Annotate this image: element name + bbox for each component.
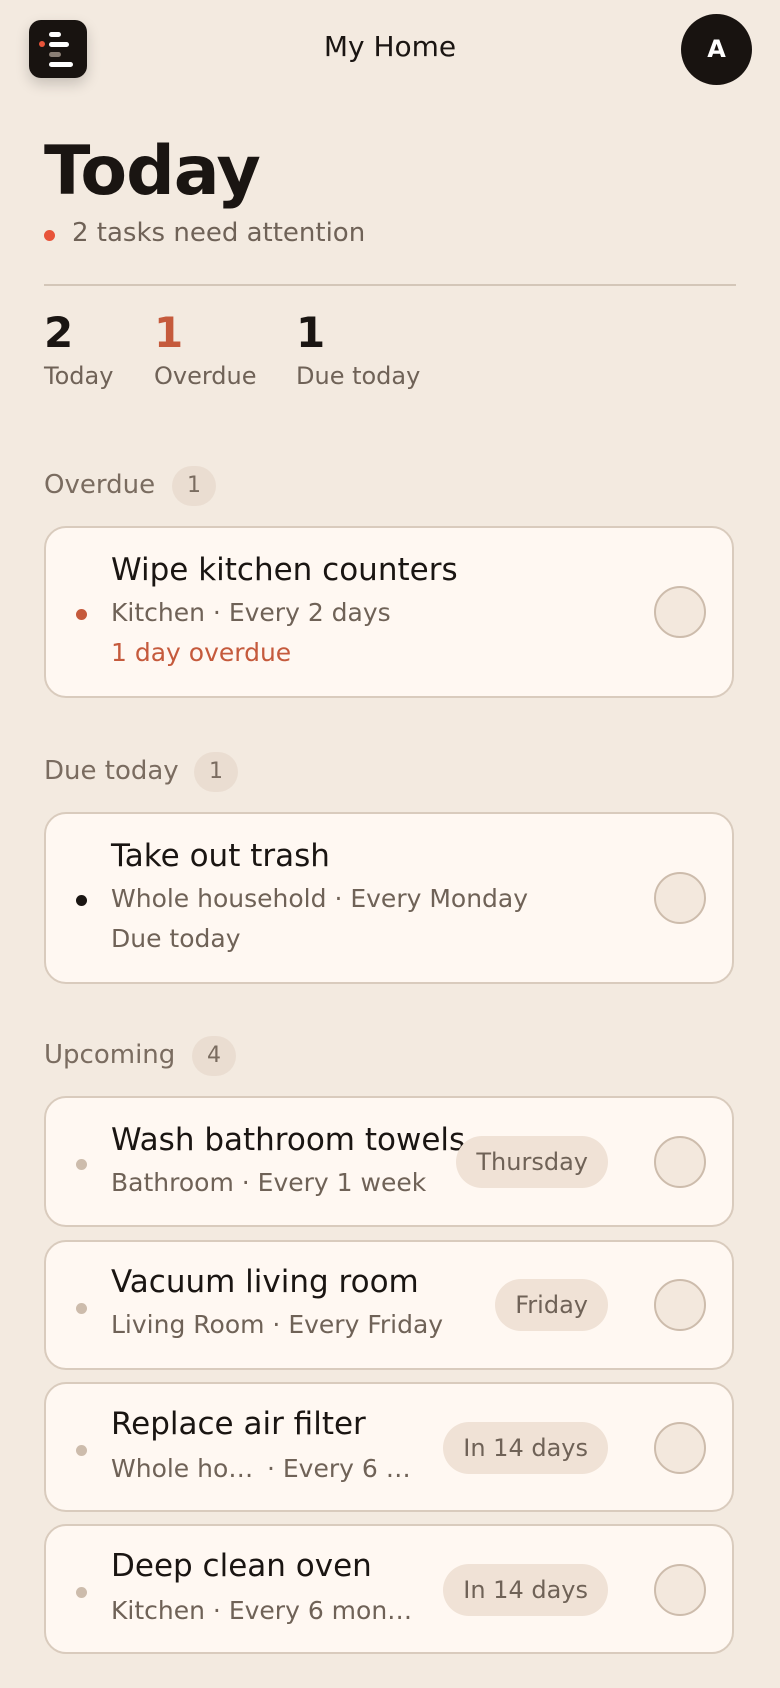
- task-status: Due today: [111, 924, 241, 953]
- stat-value: 1: [154, 308, 184, 357]
- task-repeat: Every Friday: [288, 1310, 444, 1339]
- stat-value: 1: [296, 308, 326, 357]
- stat-label: Due today: [296, 362, 421, 390]
- section-title: Overdue: [44, 470, 156, 500]
- task-repeat: Every 6 months: [228, 1596, 414, 1625]
- due-badge: In 14 days: [443, 1564, 608, 1616]
- avatar[interactable]: A: [681, 14, 752, 85]
- section-count-badge: 1: [172, 466, 216, 506]
- attention-text: 2 tasks need attention: [72, 218, 366, 248]
- task-title: Deep clean oven: [111, 1548, 372, 1584]
- meta-separator: ·: [241, 1168, 250, 1197]
- page-title: Today: [44, 132, 261, 211]
- meta-separator: ·: [334, 884, 343, 913]
- task-title: Take out trash: [111, 838, 330, 874]
- priority-dot-icon: [76, 1159, 87, 1170]
- stat-overdue: 1 Overdue: [154, 308, 257, 390]
- task-repeat: Every 6 months: [282, 1454, 413, 1483]
- task-repeat: Every 1 week: [257, 1168, 427, 1197]
- task-meta: Kitchen · Every 6 months: [111, 1596, 414, 1625]
- task-room: Bathroom: [111, 1168, 234, 1197]
- priority-dot-icon: [76, 1303, 87, 1314]
- complete-checkbox[interactable]: [654, 1422, 706, 1474]
- task-title: Wash bathroom towels: [111, 1122, 466, 1158]
- section-count-badge: 1: [194, 752, 238, 792]
- task-card-deep-clean-oven[interactable]: Deep clean oven Kitchen · Every 6 months…: [44, 1524, 734, 1654]
- complete-checkbox[interactable]: [654, 1279, 706, 1331]
- complete-checkbox[interactable]: [654, 586, 706, 638]
- stat-today: 2 Today: [44, 308, 113, 390]
- complete-checkbox[interactable]: [654, 1564, 706, 1616]
- attention-dot-icon: [44, 230, 55, 241]
- priority-dot-icon: [76, 895, 87, 906]
- section-title: Upcoming: [44, 1040, 176, 1070]
- task-room: Whole household: [111, 884, 327, 913]
- meta-separator: ·: [266, 1454, 275, 1483]
- priority-dot-icon: [76, 1587, 87, 1598]
- task-title: Replace air filter: [111, 1406, 366, 1442]
- task-room: Whole household: [111, 1454, 259, 1483]
- task-meta: Living Room · Every Friday: [111, 1310, 443, 1339]
- meta-separator: ·: [272, 1310, 281, 1339]
- task-title: Wipe kitchen counters: [111, 552, 458, 588]
- section-count-badge: 4: [192, 1036, 236, 1076]
- complete-checkbox[interactable]: [654, 872, 706, 924]
- task-room: Kitchen: [111, 598, 205, 627]
- app-title: My Home: [323, 30, 457, 63]
- task-card-take-out-trash[interactable]: Take out trash Whole household · Every M…: [44, 812, 734, 984]
- task-card-vacuum-living-room[interactable]: Vacuum living room Living Room · Every F…: [44, 1240, 734, 1370]
- divider: [44, 284, 736, 286]
- section-title: Due today: [44, 756, 179, 786]
- priority-dot-icon: [76, 1445, 87, 1456]
- task-room: Kitchen: [111, 1596, 205, 1625]
- task-meta: Whole household · Every Monday: [111, 884, 528, 913]
- stat-due-today: 1 Due today: [296, 308, 420, 390]
- complete-checkbox[interactable]: [654, 1136, 706, 1188]
- meta-separator: ·: [212, 598, 221, 627]
- task-title: Vacuum living room: [111, 1264, 419, 1300]
- task-meta: Whole household · Every 6 months: [111, 1454, 413, 1483]
- stat-label: Overdue: [154, 362, 257, 390]
- task-meta: Kitchen · Every 2 days: [111, 598, 391, 627]
- task-meta: Bathroom · Every 1 week: [111, 1168, 426, 1197]
- task-repeat: Every Monday: [350, 884, 529, 913]
- due-badge: In 14 days: [443, 1422, 608, 1474]
- meta-separator: ·: [212, 1596, 221, 1625]
- top-bar: My Home A: [0, 0, 780, 100]
- task-card-replace-air-filter[interactable]: Replace air filter Whole household · Eve…: [44, 1382, 734, 1512]
- priority-dot-icon: [76, 609, 87, 620]
- stat-value: 2: [44, 308, 74, 357]
- stat-label: Today: [44, 362, 114, 390]
- due-badge: Friday: [495, 1279, 608, 1331]
- task-room: Living Room: [111, 1310, 265, 1339]
- due-badge: Thursday: [456, 1136, 608, 1188]
- task-card-wipe-kitchen-counters[interactable]: Wipe kitchen counters Kitchen · Every 2 …: [44, 526, 734, 698]
- task-card-wash-bathroom-towels[interactable]: Wash bathroom towels Bathroom · Every 1 …: [44, 1096, 734, 1227]
- task-status: 1 day overdue: [111, 638, 292, 667]
- task-repeat: Every 2 days: [228, 598, 391, 627]
